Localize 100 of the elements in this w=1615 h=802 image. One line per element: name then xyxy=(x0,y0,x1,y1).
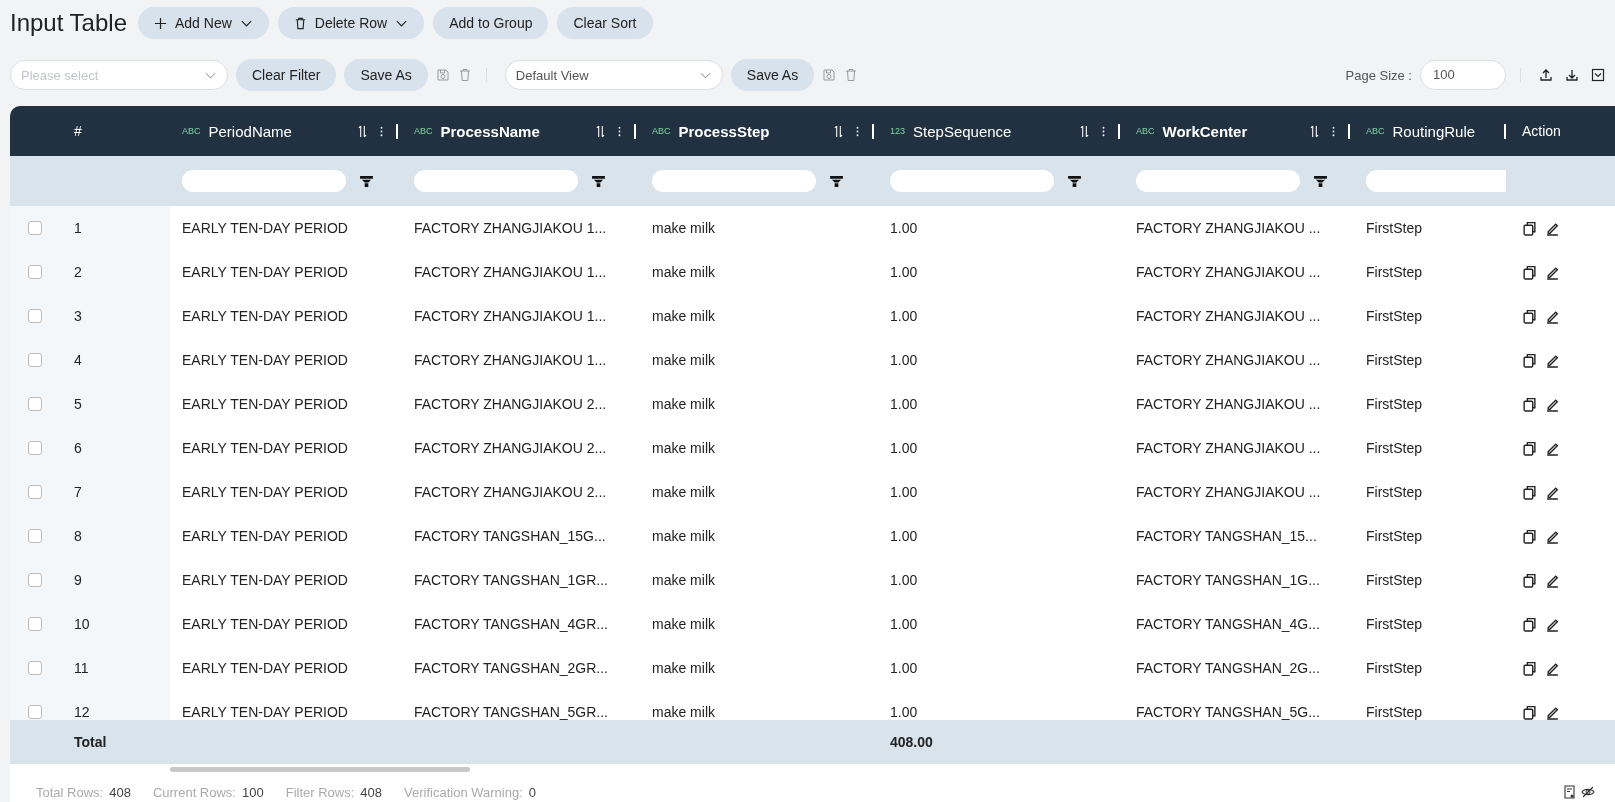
sort-icon[interactable] xyxy=(596,124,605,138)
row-checkbox[interactable] xyxy=(28,309,42,323)
copy-icon[interactable] xyxy=(1522,484,1537,500)
filter-icon[interactable] xyxy=(592,175,605,187)
sort-icon[interactable] xyxy=(1310,124,1319,138)
column-header[interactable]: RoutingRule xyxy=(1392,122,1476,140)
row-checkbox[interactable] xyxy=(28,661,42,675)
row-checkbox[interactable] xyxy=(28,573,42,587)
page-size-field[interactable]: 100 xyxy=(1420,60,1506,90)
filter-icon[interactable] xyxy=(1314,175,1327,187)
row-checkbox[interactable] xyxy=(28,397,42,411)
copy-icon[interactable] xyxy=(1522,528,1537,544)
hidden-eye-icon[interactable] xyxy=(1581,785,1595,799)
scrollbar-thumb[interactable] xyxy=(170,766,470,772)
document-icon[interactable] xyxy=(1563,785,1577,799)
column-filter-field[interactable] xyxy=(1366,170,1506,192)
edit-icon[interactable] xyxy=(1545,308,1560,324)
row-number: 4 xyxy=(74,352,82,368)
row-number: 5 xyxy=(74,396,82,412)
edit-icon[interactable] xyxy=(1545,220,1560,236)
dropdown-box-icon[interactable] xyxy=(1591,68,1605,82)
copy-icon[interactable] xyxy=(1522,704,1537,720)
column-header[interactable]: PeriodName xyxy=(208,122,292,140)
save-as-button[interactable]: Save As xyxy=(730,59,815,91)
copy-icon[interactable] xyxy=(1522,616,1537,632)
edit-icon[interactable] xyxy=(1545,352,1560,368)
table-cell: make milk xyxy=(652,220,715,236)
save-as-button[interactable]: Save As xyxy=(344,59,428,91)
edit-icon[interactable] xyxy=(1545,616,1560,632)
table-cell: 1.00 xyxy=(890,220,918,236)
column-header[interactable]: ProcessStep xyxy=(678,122,770,140)
copy-icon[interactable] xyxy=(1522,440,1537,456)
table-cell: make milk xyxy=(652,528,715,544)
copy-icon[interactable] xyxy=(1522,660,1537,676)
toolbar-button[interactable]: Clear Sort xyxy=(557,7,653,39)
column-filter-field[interactable] xyxy=(414,170,578,192)
row-checkbox[interactable] xyxy=(28,617,42,631)
filter-icon[interactable] xyxy=(830,175,843,187)
table-cell: FACTORY TANGSHAN_4G... xyxy=(1136,616,1320,632)
table-cell: FirstStep xyxy=(1366,484,1422,500)
clear-filter-button[interactable]: Clear Filter xyxy=(236,59,337,91)
filter-icon[interactable] xyxy=(360,175,373,187)
table-cell: 1.00 xyxy=(890,308,918,324)
row-checkbox[interactable] xyxy=(28,265,42,279)
row-number: 2 xyxy=(74,264,82,280)
upload-icon[interactable] xyxy=(1539,68,1553,82)
trash-icon[interactable] xyxy=(844,68,859,82)
row-checkbox[interactable] xyxy=(28,353,42,367)
toolbar-button[interactable]: Add New xyxy=(138,7,269,39)
type-label: ABC xyxy=(1136,126,1155,136)
table-cell: EARLY TEN-DAY PERIOD xyxy=(182,616,348,632)
edit-icon[interactable] xyxy=(1545,528,1560,544)
column-filter-field[interactable] xyxy=(652,170,816,192)
edit-icon[interactable] xyxy=(1545,440,1560,456)
sort-icon[interactable] xyxy=(358,124,367,138)
column-filter-field[interactable] xyxy=(890,170,1054,192)
copy-icon[interactable] xyxy=(1522,352,1537,368)
row-checkbox[interactable] xyxy=(28,485,42,499)
table-cell: FACTORY TANGSHAN_1GR... xyxy=(414,572,608,588)
edit-icon[interactable] xyxy=(1545,396,1560,412)
toolbar-button[interactable]: Add to Group xyxy=(433,7,549,39)
copy-icon[interactable] xyxy=(1522,220,1537,236)
column-header[interactable]: ProcessName xyxy=(440,122,540,140)
trash-icon[interactable] xyxy=(457,68,472,82)
toolbar-button[interactable]: Delete Row xyxy=(277,7,425,39)
copy-icon[interactable] xyxy=(1522,572,1537,588)
table-cell: 1.00 xyxy=(890,660,918,676)
table-cell: 1.00 xyxy=(890,264,918,280)
column-header[interactable]: StepSequence xyxy=(913,122,1012,140)
row-checkbox[interactable] xyxy=(28,529,42,543)
sort-icon[interactable] xyxy=(834,124,843,138)
edit-icon[interactable] xyxy=(1545,484,1560,500)
edit-icon[interactable] xyxy=(1545,572,1560,588)
save-icon[interactable] xyxy=(822,68,837,82)
column-filter-field[interactable] xyxy=(1136,170,1300,192)
copy-icon[interactable] xyxy=(1522,308,1537,324)
table-cell: FACTORY ZHANGJIAKOU ... xyxy=(1136,264,1321,280)
column-header: # xyxy=(74,123,82,139)
row-checkbox[interactable] xyxy=(28,221,42,235)
edit-icon[interactable] xyxy=(1545,264,1560,280)
table-cell: EARLY TEN-DAY PERIOD xyxy=(182,396,348,412)
column-filter-field[interactable] xyxy=(182,170,346,192)
save-icon[interactable] xyxy=(435,68,450,82)
copy-icon[interactable] xyxy=(1522,264,1537,280)
row-checkbox[interactable] xyxy=(28,441,42,455)
filter-icon[interactable] xyxy=(1068,175,1081,187)
sort-icon[interactable] xyxy=(1080,124,1089,138)
download-icon[interactable] xyxy=(1565,68,1579,82)
table-cell: FirstStep xyxy=(1366,660,1422,676)
column-header[interactable]: WorkCenter xyxy=(1162,122,1248,140)
edit-icon[interactable] xyxy=(1545,660,1560,676)
copy-icon[interactable] xyxy=(1522,396,1537,412)
table-cell: FACTORY ZHANGJIAKOU 1... xyxy=(414,308,607,324)
view-select[interactable]: Default View xyxy=(504,60,723,90)
edit-icon[interactable] xyxy=(1545,704,1560,720)
table-cell: EARLY TEN-DAY PERIOD xyxy=(182,484,348,500)
table-cell: FACTORY ZHANGJIAKOU ... xyxy=(1136,308,1321,324)
row-checkbox[interactable] xyxy=(28,705,42,719)
table-cell: 1.00 xyxy=(890,528,918,544)
table-cell: FACTORY ZHANGJIAKOU ... xyxy=(1136,484,1321,500)
